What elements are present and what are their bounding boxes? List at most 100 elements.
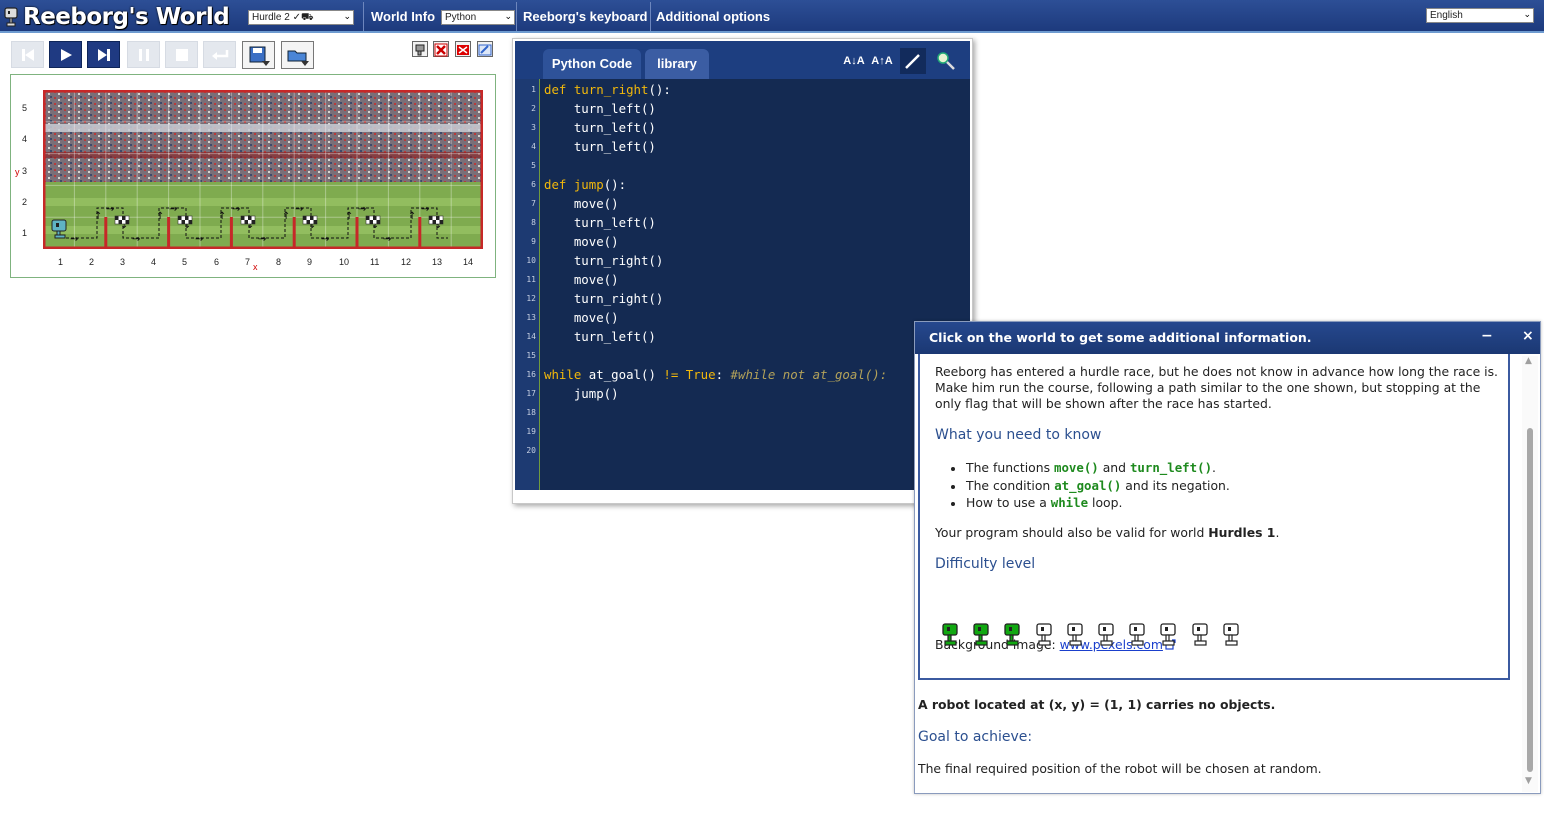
svg-text:→: → xyxy=(132,234,140,245)
keyword: def xyxy=(544,82,567,97)
code-area[interactable]: 1 2 3 4 5 6 7 8 9 10 11 12 13 14 15 16 1… xyxy=(515,79,970,490)
line-number: 19 xyxy=(526,427,536,436)
line-number-gutter: 1 2 3 4 5 6 7 8 9 10 11 12 13 14 15 16 1… xyxy=(515,79,540,490)
svg-text:↑: ↑ xyxy=(345,211,353,222)
svg-text:→: → xyxy=(295,204,303,215)
world-name: Hurdles 1 xyxy=(1208,525,1276,540)
dialog-scrollbar[interactable]: ▲ ▼ xyxy=(1522,356,1538,792)
function-name: jump xyxy=(566,177,604,192)
world-canvas[interactable]: →↑→ ↓→ ↑→↓ →↑→ ↓→↑ →↓→ ↑→↓ →↑→ ↓ xyxy=(43,90,483,249)
svg-text:→: → xyxy=(321,234,329,245)
scrollbar-thumb[interactable] xyxy=(1527,428,1533,772)
text: The condition xyxy=(966,478,1055,493)
keyword: while xyxy=(544,367,582,382)
magnifier-graphic xyxy=(937,52,955,70)
dialog-title-bar[interactable]: Click on the world to get some additiona… xyxy=(915,322,1540,354)
dialog-title: Click on the world to get some additiona… xyxy=(929,330,1312,345)
code-text: (): xyxy=(648,82,671,97)
code-editor-panel: Python Code library A↓A A↑A 1 2 3 4 5 6 … xyxy=(512,38,973,504)
delete-objects-button[interactable] xyxy=(455,41,471,57)
bullet-dot xyxy=(951,502,955,506)
difficulty-robot-empty-icon xyxy=(1160,623,1177,646)
reeborg-keyboard-button[interactable]: Reeborg's keyboard xyxy=(519,0,651,33)
line-number: 6 xyxy=(531,180,536,189)
language-select-value: Python xyxy=(445,12,477,23)
text: How to use a xyxy=(966,495,1051,510)
line-number: 13 xyxy=(526,313,536,322)
additional-options-button[interactable]: Additional options xyxy=(652,0,774,33)
svg-text:→: → xyxy=(421,204,429,215)
edit-world-button[interactable] xyxy=(477,41,493,57)
validity-note: Your program should also be valid for wo… xyxy=(935,525,1279,541)
line-number: 5 xyxy=(531,161,536,170)
code-line: while at_goal() != True: #while not at_g… xyxy=(544,367,887,382)
y-tick: 5 xyxy=(22,103,28,113)
app-logo: Reeborg's World xyxy=(4,3,230,30)
keyword: def xyxy=(544,177,567,192)
minimize-button[interactable]: − xyxy=(1481,328,1493,344)
bullet-dot xyxy=(951,485,955,489)
nav-divider xyxy=(363,2,364,31)
scroll-down-icon[interactable]: ▼ xyxy=(1525,776,1532,786)
reverse-step-button[interactable] xyxy=(11,41,44,68)
code-line: turn_left() xyxy=(544,101,656,116)
reload-icon xyxy=(211,50,228,60)
function-name: turn_right xyxy=(566,82,649,97)
reload-button[interactable] xyxy=(203,41,236,68)
red-box-icon xyxy=(457,45,469,55)
world-select[interactable]: Hurdle 2 ✓⛟ ⌄ xyxy=(248,10,354,25)
step-button[interactable] xyxy=(87,41,120,68)
pause-button[interactable] xyxy=(127,41,160,68)
x-tick: 5 xyxy=(182,257,188,267)
svg-text:→: → xyxy=(169,204,177,215)
ui-language-value: English xyxy=(1430,10,1463,21)
red-x-icon xyxy=(434,43,448,57)
stop-button[interactable] xyxy=(165,41,198,68)
robot-details-button[interactable] xyxy=(412,41,428,57)
language-select[interactable]: Python ⌄ xyxy=(441,10,515,25)
text: and xyxy=(1098,460,1130,475)
scroll-up-icon[interactable]: ▲ xyxy=(1525,356,1532,366)
chevron-down-icon: ⌄ xyxy=(343,11,351,21)
tab-library[interactable]: library xyxy=(645,49,709,79)
line-number: 18 xyxy=(526,408,536,417)
difficulty-robot-empty-icon xyxy=(1098,623,1114,646)
save-world-button[interactable] xyxy=(242,41,275,69)
robot-icon xyxy=(415,44,425,56)
line-number: 7 xyxy=(531,199,536,208)
close-button[interactable]: × xyxy=(1522,328,1534,344)
code-line: turn_left() xyxy=(544,120,656,135)
goal-text: The final required position of the robot… xyxy=(918,761,1322,776)
x-tick: 10 xyxy=(339,257,350,267)
clear-world-button[interactable] xyxy=(433,41,449,57)
open-world-button[interactable] xyxy=(281,41,314,69)
world-info-button[interactable]: World Info xyxy=(367,0,439,33)
chevron-down-icon: ⌄ xyxy=(1523,9,1531,19)
code-line: def jump(): xyxy=(544,177,626,192)
difficulty-robot-filled-icon xyxy=(973,623,989,646)
highlight-toggle-icon[interactable] xyxy=(900,48,926,74)
ui-language-select[interactable]: English ⌄ xyxy=(1426,8,1534,23)
section-heading: What you need to know xyxy=(935,427,1102,443)
text: . xyxy=(1212,460,1216,475)
difficulty-robot-filled-icon xyxy=(1004,623,1021,646)
increase-font-icon[interactable]: A↑A xyxy=(869,48,895,74)
tab-python-code[interactable]: Python Code xyxy=(543,49,641,79)
open-world-icon xyxy=(287,50,309,66)
edit-world-icon xyxy=(478,44,492,56)
search-icon[interactable] xyxy=(933,48,959,74)
y-axis-label: y xyxy=(15,167,20,177)
x-tick: 6 xyxy=(214,257,220,267)
run-button[interactable] xyxy=(49,41,82,68)
decrease-font-icon[interactable]: A↓A xyxy=(841,48,867,74)
difficulty-robot-filled-icon xyxy=(942,623,958,646)
pencil-icon xyxy=(905,54,920,69)
operator: != xyxy=(663,367,679,382)
line-number: 17 xyxy=(526,389,536,398)
svg-text:↑: ↑ xyxy=(156,211,164,222)
text: The functions xyxy=(966,460,1054,475)
x-tick: 2 xyxy=(89,257,95,267)
world-select-value: Hurdle 2 ✓⛟ xyxy=(252,12,314,23)
bullet-item: How to use a while loop. xyxy=(966,495,1122,511)
code-line: turn_left() xyxy=(544,215,656,230)
